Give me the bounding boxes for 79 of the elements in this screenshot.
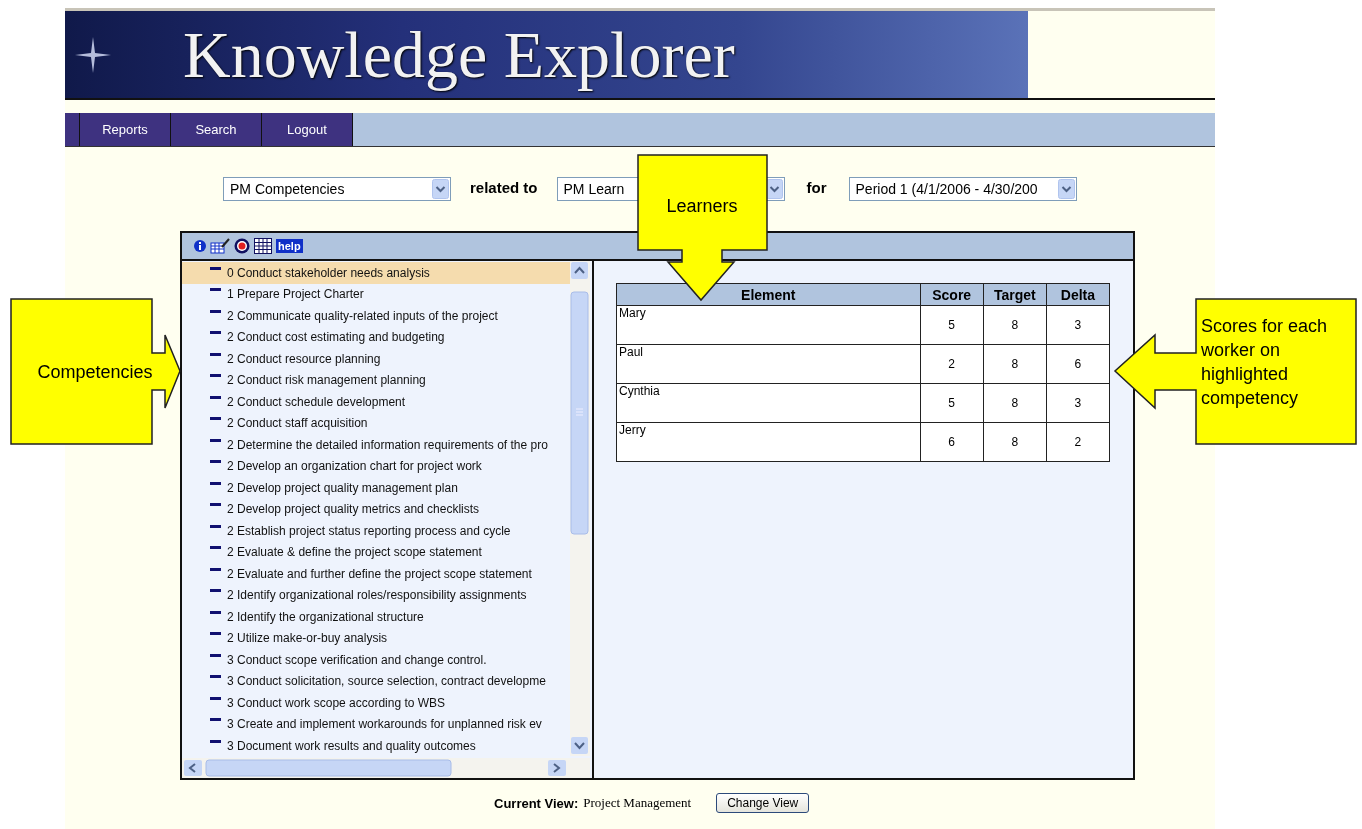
column-header: Element [616, 283, 921, 306]
table-cell: 3 [1046, 383, 1110, 423]
horizontal-scrollbar[interactable] [182, 758, 590, 778]
competency-item[interactable]: 2 Conduct cost estimating and budgeting [182, 326, 570, 348]
dash-icon [210, 739, 221, 746]
table-cell: 8 [983, 344, 1047, 384]
competency-item[interactable]: 2 Develop an organization chart for project work [182, 455, 570, 477]
table-cell: Cynthia [616, 383, 921, 423]
table-cell: Jerry [616, 422, 921, 462]
competency-item[interactable]: 2 Communicate quality-related inputs of the project [182, 305, 570, 327]
callout-label: Learners [665, 195, 739, 218]
help-button[interactable]: help [276, 239, 303, 253]
competency-item[interactable]: 3 Conduct solicitation, source selection, contract developme [182, 670, 570, 692]
table-cell: 8 [983, 305, 1047, 345]
dash-icon [210, 524, 221, 531]
competency-item[interactable]: 2 Identify organizational roles/responsibility assignments [182, 584, 570, 606]
period-select[interactable]: Period 1 (4/1/2006 - 4/30/200 [848, 177, 1077, 201]
competency-item[interactable]: 3 Conduct work scope according to WBS [182, 692, 570, 714]
competency-item[interactable]: 2 Identify the organizational structure [182, 606, 570, 628]
competency-item[interactable]: 2 Establish project status reporting process and cycle [182, 520, 570, 542]
dash-icon [210, 438, 221, 445]
dash-icon [210, 653, 221, 660]
callout-label: Scores for each worker on highlighted competency [1201, 315, 1329, 410]
table-cell: 6 [1046, 344, 1110, 384]
table-cell: 5 [920, 383, 984, 423]
dash-icon [210, 309, 221, 316]
table-cell: 3 [1046, 305, 1110, 345]
edit-grid-icon[interactable] [210, 238, 230, 254]
target-icon[interactable] [234, 238, 250, 254]
column-header: Target [983, 283, 1047, 306]
dash-icon [210, 266, 221, 273]
competency-item[interactable]: 2 Utilize make-or-buy analysis [182, 627, 570, 649]
change-view-button[interactable]: Change View [716, 793, 810, 813]
relation-label: related to [470, 178, 538, 196]
nav-link[interactable]: Logout [262, 113, 353, 146]
competency-item[interactable]: 1 Prepare Project Charter [182, 283, 570, 305]
competency-item[interactable]: 2 Conduct resource planning [182, 348, 570, 370]
dash-icon [210, 610, 221, 617]
competency-item[interactable]: 3 Document work results and quality outcomes [182, 735, 570, 757]
dropdown-caret-icon[interactable] [1057, 179, 1075, 199]
competency-item[interactable]: 2 Develop project quality metrics and checklists [182, 498, 570, 520]
table-cell: 6 [920, 422, 984, 462]
competency-item[interactable]: 3 Conduct scope verification and change control. [182, 649, 570, 671]
nav-link[interactable]: Reports [80, 113, 171, 146]
dash-icon [210, 352, 221, 359]
competency-item[interactable]: 2 Conduct staff acquisition [182, 412, 570, 434]
callout-label: Competencies [36, 361, 154, 384]
competency-item[interactable]: 2 Evaluate and further define the project scope statement [182, 563, 570, 585]
dropdown-caret-icon[interactable] [432, 179, 449, 199]
table-cell: Paul [616, 344, 921, 384]
table-cell: 8 [983, 422, 1047, 462]
competency-item[interactable]: 2 Develop project quality management plan [182, 477, 570, 499]
nav-link[interactable]: Search [171, 113, 262, 146]
table-cell: 8 [983, 383, 1047, 423]
period-label: for [806, 178, 827, 196]
table-cell: 5 [920, 305, 984, 345]
dash-icon [210, 696, 221, 703]
table-icon[interactable] [254, 238, 272, 254]
competency-item[interactable]: 2 Evaluate & define the project scope statement [182, 541, 570, 563]
table-cell: Mary [616, 305, 921, 345]
column-header: Delta [1046, 283, 1110, 306]
competency-item[interactable]: 2 Determine the detailed information requirements of the pro [182, 434, 570, 456]
dash-icon [210, 395, 221, 402]
competency-select[interactable]: PM Competencies [223, 177, 451, 201]
table-cell: 2 [920, 344, 984, 384]
column-header: Score [920, 283, 984, 306]
competency-item[interactable]: 2 Conduct risk management planning [182, 369, 570, 391]
competency-item[interactable]: 2 Conduct schedule development [182, 391, 570, 413]
info-icon[interactable] [194, 240, 206, 252]
dash-icon [210, 567, 221, 574]
current-view-label: Current View: [494, 795, 579, 811]
nav-spacer [65, 113, 80, 146]
table-cell: 2 [1046, 422, 1110, 462]
competency-item[interactable]: 0 Conduct stakeholder needs analysis [182, 262, 570, 284]
banner-title: Knowledge Explorer [183, 16, 735, 93]
competency-item[interactable]: 3 Create and implement workarounds for unplanned risk ev [182, 713, 570, 735]
vertical-scrollbar[interactable] [570, 261, 590, 756]
dash-icon [210, 481, 221, 488]
current-view-value: Project Management [583, 795, 692, 811]
